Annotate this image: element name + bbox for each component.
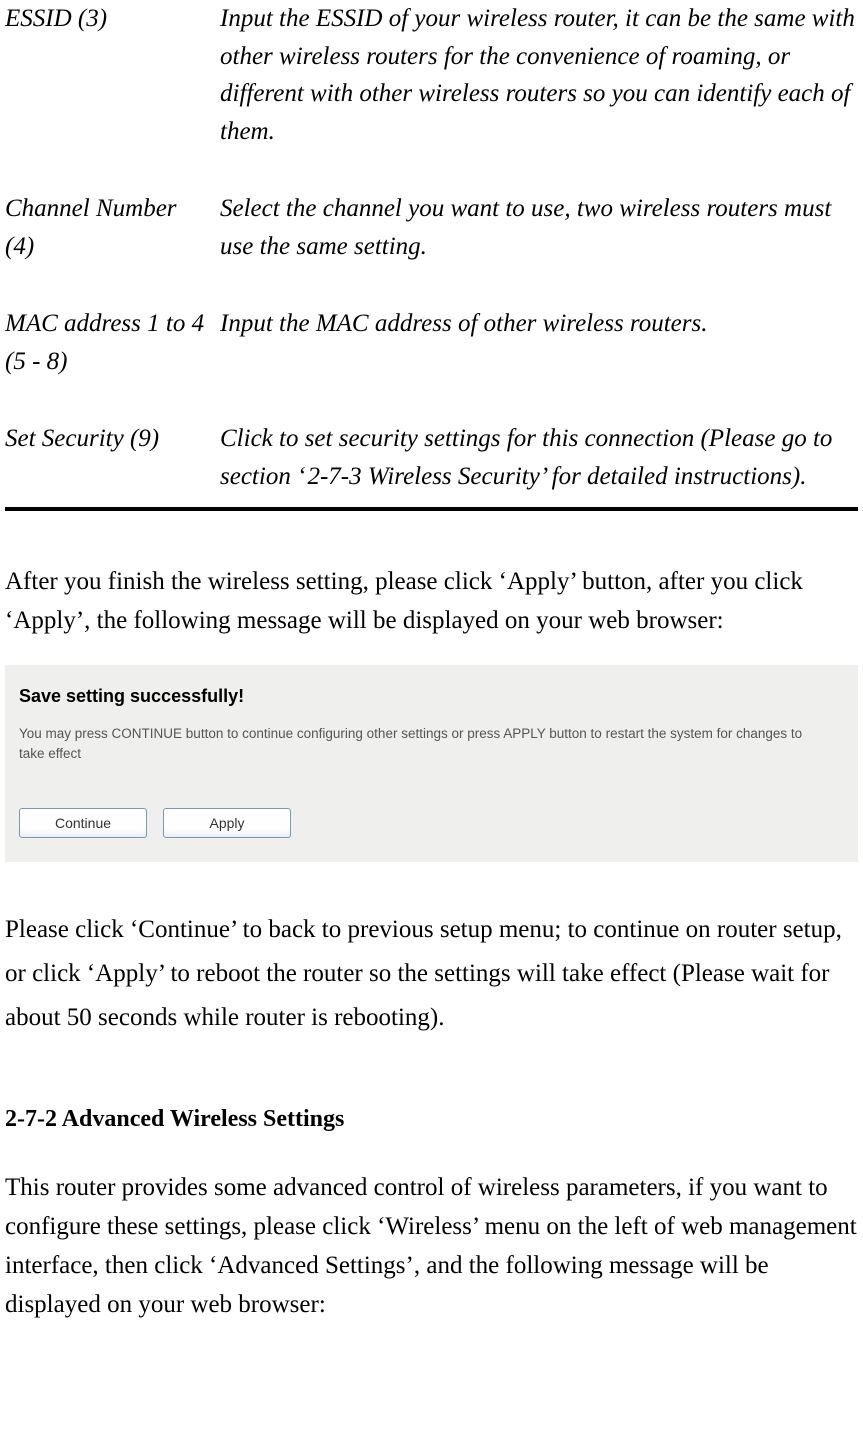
definition-description: Input the ESSID of your wireless router,…: [220, 0, 858, 150]
definitions-table: ESSID (3) Input the ESSID of your wirele…: [5, 0, 858, 495]
definition-row: Set Security (9) Click to set security s…: [5, 420, 858, 495]
definition-description: Click to set security settings for this …: [220, 420, 858, 495]
apply-button[interactable]: Apply: [163, 808, 291, 838]
save-success-screenshot: Save setting successfully! You may press…: [5, 665, 858, 863]
section-divider: [5, 507, 858, 511]
paragraph-apply-instruction: After you finish the wireless setting, p…: [5, 563, 858, 641]
definition-term: Channel Number (4): [5, 190, 220, 265]
definition-term: Set Security (9): [5, 420, 220, 495]
definition-term: ESSID (3): [5, 0, 220, 150]
definition-row: Channel Number (4) Select the channel yo…: [5, 190, 858, 265]
definition-description: Select the channel you want to use, two …: [220, 190, 858, 265]
continue-button[interactable]: Continue: [19, 808, 147, 838]
screenshot-button-row: Continue Apply: [19, 808, 844, 838]
paragraph-continue-apply: Please click ‘Continue’ to back to previ…: [5, 908, 858, 1039]
definition-row: MAC address 1 to 4 (5 - 8) Input the MAC…: [5, 305, 858, 380]
definition-row: ESSID (3) Input the ESSID of your wirele…: [5, 0, 858, 150]
section-heading-advanced-wireless: 2-7-2 Advanced Wireless Settings: [5, 1101, 858, 1137]
definition-description: Input the MAC address of other wireless …: [220, 305, 858, 380]
save-success-subtitle: You may press CONTINUE button to continu…: [19, 724, 829, 765]
definition-term: MAC address 1 to 4 (5 - 8): [5, 305, 220, 380]
paragraph-advanced-wireless: This router provides some advanced contr…: [5, 1169, 858, 1324]
save-success-title: Save setting successfully!: [19, 683, 844, 710]
